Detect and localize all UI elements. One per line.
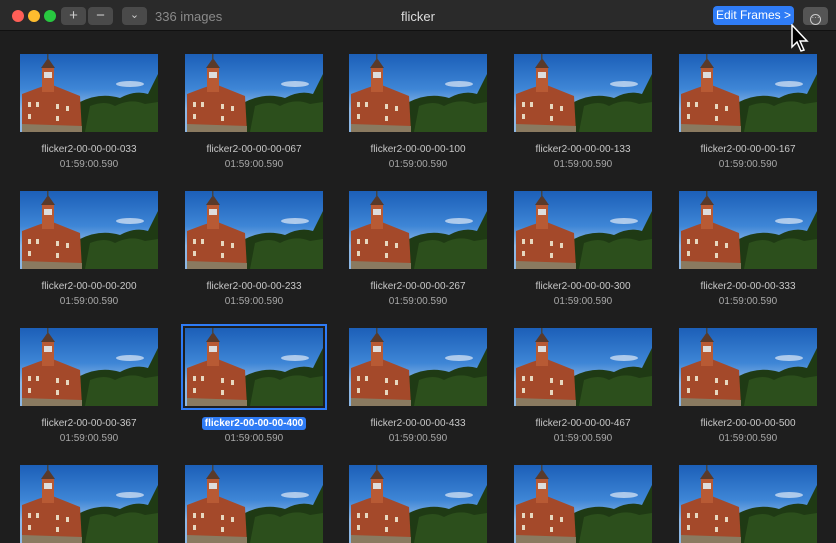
edit-frames-label: Edit Frames	[715, 8, 781, 22]
thumbnail-image[interactable]	[349, 465, 487, 543]
ellipsis-icon: ···	[810, 14, 821, 25]
thumbnail-image[interactable]	[20, 328, 158, 406]
image-timestamp: 01:59:00.590	[718, 296, 778, 307]
thumbnail-image[interactable]	[185, 54, 323, 132]
image-name[interactable]: flicker2-00-00-00-067	[203, 143, 304, 156]
image-timestamp: 01:59:00.590	[718, 159, 778, 170]
thumbnail-image[interactable]	[185, 191, 323, 269]
image-timestamp: 01:59:00.590	[388, 159, 448, 170]
image-name[interactable]: flicker2-00-00-00-133	[532, 143, 633, 156]
image-name[interactable]: flicker2-00-00-00-167	[697, 143, 798, 156]
image-name[interactable]: flicker2-00-00-00-500	[697, 417, 798, 430]
image-grid-item[interactable]: flicker2-00-00-00-433 01:59:00.590	[338, 328, 498, 444]
image-name[interactable]: flicker2-00-00-00-333	[697, 280, 798, 293]
image-name[interactable]: flicker2-00-00-00-100	[367, 143, 468, 156]
image-timestamp: 01:59:00.590	[59, 433, 119, 444]
image-grid-item[interactable]: flicker2-00-00-00-200 01:59:00.590	[9, 191, 169, 307]
close-window-button[interactable]	[12, 10, 24, 22]
image-grid-item[interactable]: flicker2-00-00-00-300 01:59:00.590	[503, 191, 663, 307]
image-name[interactable]: flicker2-00-00-00-267	[367, 280, 468, 293]
thumbnail-image[interactable]	[679, 465, 817, 543]
thumbnail-image[interactable]	[514, 465, 652, 543]
image-name[interactable]: flicker2-00-00-00-300	[532, 280, 633, 293]
image-count: 336 images	[155, 9, 223, 24]
image-name[interactable]: flicker2-00-00-00-400	[201, 417, 307, 430]
add-button[interactable]: +	[61, 7, 86, 25]
edit-frames-button[interactable]: Edit Frames >	[713, 6, 794, 25]
image-grid-item[interactable]: flicker2-00-00-00-167 01:59:00.590	[668, 54, 828, 170]
thumbnail-image[interactable]	[679, 328, 817, 406]
image-grid-item[interactable]: flicker2-00-00-00-133 01:59:00.590	[503, 54, 663, 170]
image-timestamp: 01:59:00.590	[553, 296, 613, 307]
image-grid-item[interactable]	[338, 465, 498, 543]
image-timestamp: 01:59:00.590	[59, 296, 119, 307]
thumbnail-image[interactable]	[514, 328, 652, 406]
image-timestamp: 01:59:00.590	[553, 159, 613, 170]
image-grid-item[interactable]: flicker2-00-00-00-100 01:59:00.590	[338, 54, 498, 170]
thumbnail-image[interactable]	[349, 328, 487, 406]
image-timestamp: 01:59:00.590	[59, 159, 119, 170]
image-timestamp: 01:59:00.590	[388, 433, 448, 444]
image-name[interactable]: flicker2-00-00-00-233	[203, 280, 304, 293]
thumbnail-image[interactable]	[185, 465, 323, 543]
image-grid-item[interactable]: flicker2-00-00-00-467 01:59:00.590	[503, 328, 663, 444]
zoom-window-button[interactable]	[44, 10, 56, 22]
view-options-dropdown[interactable]: ⌄	[122, 7, 147, 25]
image-grid-item[interactable]: flicker2-00-00-00-233 01:59:00.590	[174, 191, 334, 307]
image-grid-item[interactable]: flicker2-00-00-00-367 01:59:00.590	[9, 328, 169, 444]
thumbnail-image[interactable]	[20, 465, 158, 543]
thumbnail-image[interactable]	[349, 54, 487, 132]
thumbnail-image[interactable]	[514, 191, 652, 269]
mouse-cursor-icon	[791, 24, 809, 52]
image-name[interactable]: flicker2-00-00-00-367	[38, 417, 139, 430]
image-name[interactable]: flicker2-00-00-00-200	[38, 280, 139, 293]
minimize-window-button[interactable]	[28, 10, 40, 22]
thumbnail-image[interactable]	[679, 54, 817, 132]
image-name[interactable]: flicker2-00-00-00-433	[367, 417, 468, 430]
title-bar: + − ⌄ 336 images flicker Edit Frames > ·…	[0, 0, 836, 31]
thumbnail-image[interactable]	[349, 191, 487, 269]
image-grid-item[interactable]: flicker2-00-00-00-500 01:59:00.590	[668, 328, 828, 444]
thumbnail-image[interactable]	[679, 191, 817, 269]
remove-button[interactable]: −	[88, 7, 113, 25]
image-grid-item[interactable]	[503, 465, 663, 543]
image-timestamp: 01:59:00.590	[224, 296, 284, 307]
more-button[interactable]: ···	[803, 7, 828, 25]
image-grid-item[interactable]: flicker2-00-00-00-400 01:59:00.590	[174, 324, 334, 444]
image-timestamp: 01:59:00.590	[388, 296, 448, 307]
image-timestamp: 01:59:00.590	[718, 433, 778, 444]
thumbnail-image[interactable]	[20, 54, 158, 132]
image-grid-item[interactable]: flicker2-00-00-00-067 01:59:00.590	[174, 54, 334, 170]
image-name[interactable]: flicker2-00-00-00-033	[38, 143, 139, 156]
image-grid-item[interactable]: flicker2-00-00-00-033 01:59:00.590	[9, 54, 169, 170]
image-grid-item[interactable]	[9, 465, 169, 543]
chevron-right-icon: >	[784, 8, 792, 22]
thumbnail-image[interactable]	[20, 191, 158, 269]
thumbnail-image[interactable]	[181, 324, 327, 410]
image-name[interactable]: flicker2-00-00-00-467	[532, 417, 633, 430]
image-timestamp: 01:59:00.590	[224, 433, 284, 444]
thumbnail-image[interactable]	[514, 54, 652, 132]
image-timestamp: 01:59:00.590	[224, 159, 284, 170]
image-grid-item[interactable]: flicker2-00-00-00-333 01:59:00.590	[668, 191, 828, 307]
image-grid-item[interactable]	[174, 465, 334, 543]
image-grid-item[interactable]: flicker2-00-00-00-267 01:59:00.590	[338, 191, 498, 307]
image-timestamp: 01:59:00.590	[553, 433, 613, 444]
image-grid-item[interactable]	[668, 465, 828, 543]
